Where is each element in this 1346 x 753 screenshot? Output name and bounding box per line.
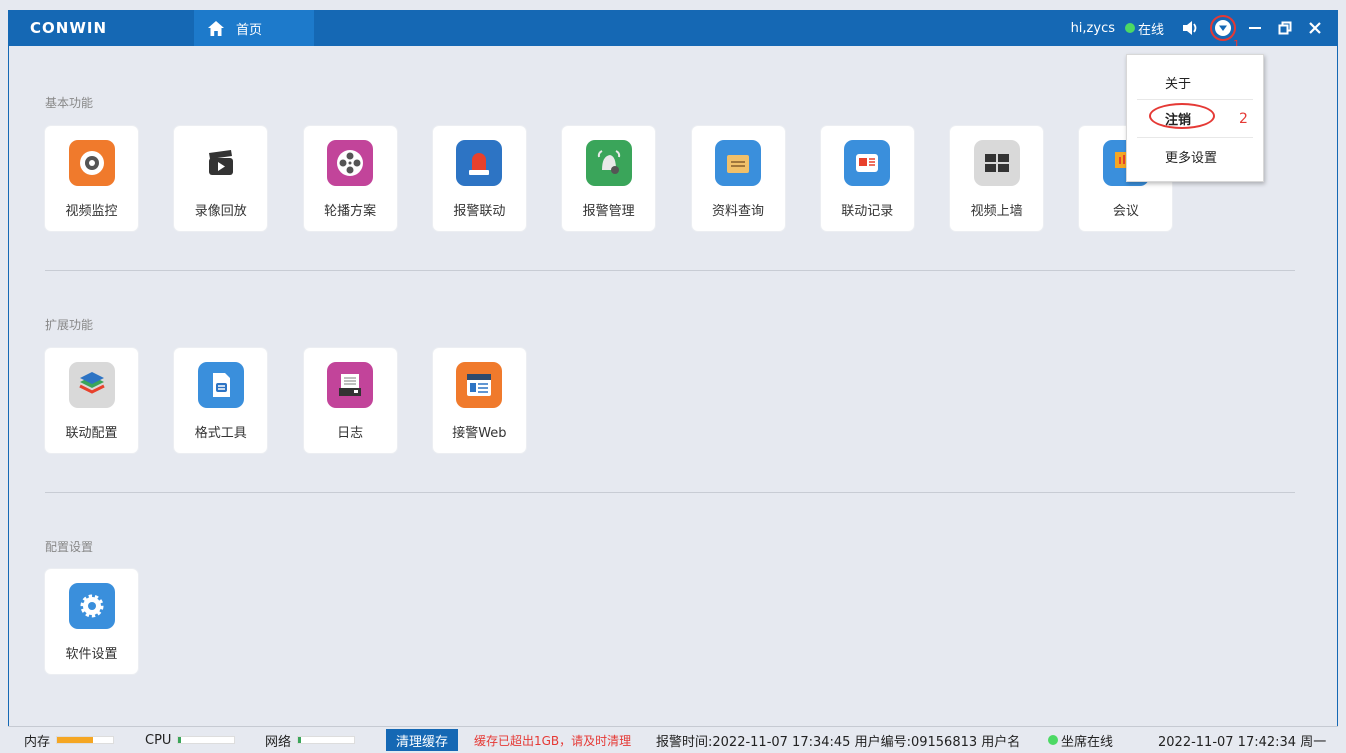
app-tile[interactable]: 日志 — [303, 348, 397, 453]
app-tile[interactable]: 录像回放 — [174, 126, 268, 231]
network-label: 网络 — [265, 734, 292, 750]
app-tile-label: 接警Web — [452, 426, 507, 441]
annotation-2: 2 — [1239, 111, 1248, 127]
app-tile-label: 轮播方案 — [324, 204, 377, 219]
app-tile-label: 联动记录 — [841, 204, 894, 219]
app-tile[interactable]: 格式工具 — [174, 348, 268, 453]
speaker-icon[interactable] — [1180, 17, 1202, 39]
seat-status: 坐席在线 — [1048, 731, 1113, 750]
app-tile-label: 视频监控 — [65, 204, 118, 219]
app-tile-label: 报警联动 — [453, 204, 506, 219]
user-greeting: hi,zycs — [1070, 20, 1115, 36]
app-tile-label: 会议 — [1112, 204, 1139, 219]
menu-separator — [1137, 137, 1253, 138]
section-title-basic: 基本功能 — [45, 96, 94, 110]
menu-item-more-settings[interactable]: 更多设置 — [1127, 141, 1265, 171]
app-tile[interactable]: 报警管理 — [562, 126, 656, 231]
menu-item-about[interactable]: 关于 — [1127, 67, 1265, 97]
app-tile-label: 视频上墙 — [970, 204, 1023, 219]
tab-home[interactable]: 首页 — [194, 10, 314, 46]
menu-separator — [1137, 99, 1253, 100]
app-tile-label: 日志 — [337, 426, 364, 441]
section-title-extended: 扩展功能 — [45, 318, 94, 332]
app-tile-label: 录像回放 — [194, 204, 247, 219]
film-reel-icon — [327, 140, 374, 186]
app-tile[interactable]: 视频上墙 — [950, 126, 1044, 231]
alarm-bell-icon — [585, 140, 632, 186]
clear-cache-button[interactable]: 清理缓存 — [386, 729, 459, 751]
status-bar: 内存 CPU 网络 清理缓存 缓存已超出1GB，请及时清理 报警时间:2022-… — [8, 726, 1338, 753]
cpu-meter: CPU — [145, 732, 236, 748]
app-tile[interactable]: 软件设置 — [45, 569, 138, 674]
seat-online-dot-icon — [1048, 735, 1058, 745]
minimize-icon[interactable] — [1244, 17, 1266, 39]
app-tile-label: 报警管理 — [582, 204, 635, 219]
restore-icon[interactable] — [1274, 17, 1296, 39]
app-tile[interactable]: 轮播方案 — [303, 126, 397, 231]
app-tile[interactable]: 视频监控 — [45, 126, 138, 231]
app-tile[interactable]: 接警Web — [432, 348, 526, 453]
network-meter: 网络 — [265, 731, 356, 750]
datetime: 2022-11-07 17:42:34 周一 — [1158, 734, 1327, 750]
seat-status-label: 坐席在线 — [1061, 734, 1114, 750]
close-icon[interactable] — [1304, 17, 1326, 39]
title-bar: CONWIN 首页 hi,zycs 在线 1 — [8, 10, 1338, 51]
cache-warning: 缓存已超出1GB，请及时清理 — [474, 733, 632, 748]
clapper-icon — [197, 140, 244, 186]
section-title-config: 配置设置 — [45, 540, 94, 554]
network-bar — [297, 736, 356, 744]
record-icon — [844, 140, 891, 186]
app-tile-label: 格式工具 — [194, 426, 247, 441]
online-status: 在线 — [1124, 19, 1164, 38]
home-icon — [208, 20, 224, 36]
logout-highlight-ring — [1149, 103, 1215, 129]
file-convert-icon — [197, 362, 244, 408]
divider — [45, 492, 1295, 493]
app-tile-label: 资料查询 — [711, 204, 764, 219]
divider — [45, 270, 1295, 271]
tab-home-label: 首页 — [236, 22, 263, 38]
dropdown-menu: 关于 注销 2 更多设置 — [1126, 54, 1264, 182]
title-right-controls: hi,zycs 在线 — [1071, 10, 1330, 46]
memory-meter: 内存 — [24, 731, 115, 750]
folder-icon — [715, 140, 761, 186]
online-status-label: 在线 — [1137, 22, 1164, 38]
chevron-down-icon — [1215, 20, 1231, 36]
camera-icon — [68, 140, 115, 186]
app-tile[interactable]: 联动配置 — [45, 348, 138, 453]
layers-icon — [68, 362, 115, 408]
app-logo: CONWIN — [30, 19, 107, 37]
app-tile[interactable]: 联动记录 — [820, 126, 914, 231]
app-tile-label: 软件设置 — [65, 647, 118, 662]
web-window-icon — [456, 362, 503, 408]
log-icon — [327, 362, 374, 408]
cpu-label: CPU — [145, 732, 172, 748]
alarm-info: 报警时间:2022-11-07 17:34:45 用户编号:09156813 用… — [656, 734, 1021, 750]
app-tile[interactable]: 报警联动 — [432, 126, 526, 231]
gear-icon — [68, 583, 115, 629]
memory-label: 内存 — [24, 734, 51, 750]
online-dot-icon — [1124, 23, 1135, 33]
cpu-bar — [177, 736, 236, 744]
alarm-light-icon — [456, 140, 503, 186]
memory-bar — [56, 736, 115, 744]
app-tile-label: 联动配置 — [65, 426, 118, 441]
video-wall-icon — [973, 140, 1020, 186]
app-tile[interactable]: 资料查询 — [691, 126, 785, 231]
